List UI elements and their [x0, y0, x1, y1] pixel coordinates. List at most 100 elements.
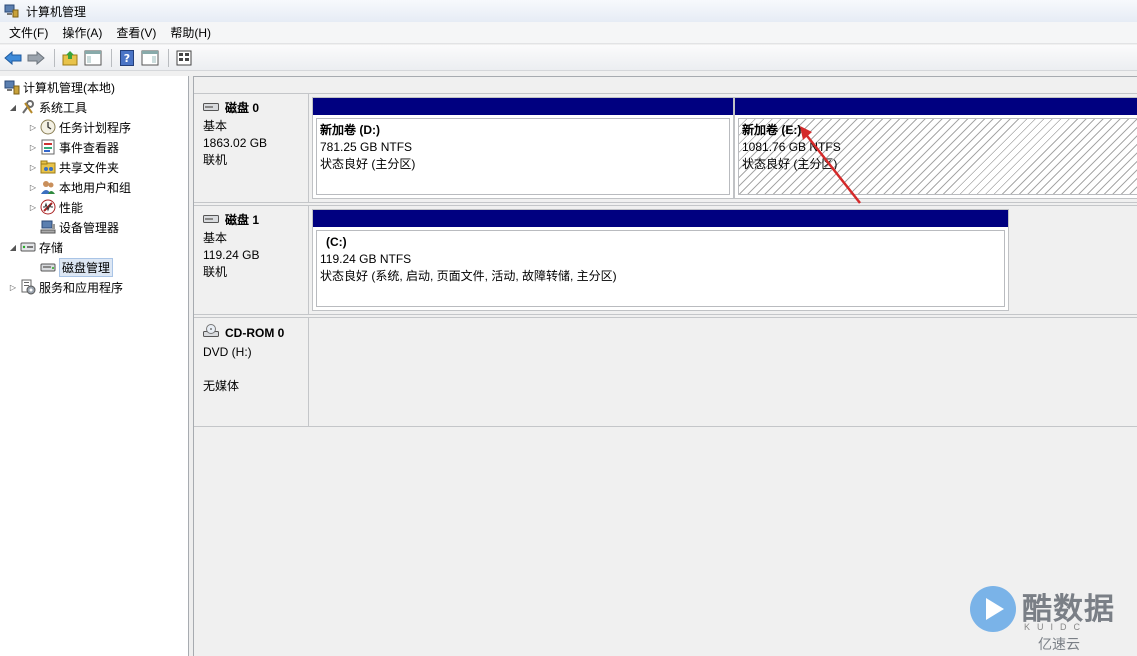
tree-label: 事件查看器: [59, 140, 120, 155]
disk-size: 1863.02 GB: [203, 136, 268, 150]
disk-name: 磁盘 0: [225, 101, 260, 115]
computer-management-icon: [4, 79, 20, 95]
tree-label: 性能: [59, 200, 84, 215]
tree-item-event-viewer[interactable]: ▷ 事件查看器: [28, 137, 119, 157]
annotation-arrow: [800, 126, 861, 204]
partition-header: [313, 210, 1008, 227]
show-hide-tree-icon[interactable]: [83, 48, 103, 68]
event-viewer-icon: [40, 139, 56, 155]
export-icon[interactable]: [174, 48, 194, 68]
watermark-yisu: 亿速云: [1038, 636, 1080, 652]
tree-item-system-tools[interactable]: ◢ 系统工具: [8, 97, 87, 117]
disk-media: 无媒体: [203, 379, 240, 393]
disk-type: 基本: [203, 119, 228, 133]
disk-map: 磁盘 0 基本 1863.02 GB 联机 新加卷 (D:) 781.25 GB…: [193, 76, 1137, 656]
toolbar-separator: [111, 48, 112, 67]
disk-status: 联机: [203, 265, 228, 279]
help-icon[interactable]: ?: [117, 48, 137, 68]
forward-arrow-icon[interactable]: [26, 48, 46, 68]
tree-item-shared-folders[interactable]: ▷ 共享文件夹: [28, 157, 119, 177]
partition-size: 119.24 GB NTFS: [320, 252, 412, 266]
tree-label: 计算机管理(本地): [23, 80, 115, 95]
tools-icon: [20, 99, 36, 115]
partition-header: [313, 98, 733, 115]
clock-icon: [40, 119, 56, 135]
tree-item-local-users[interactable]: ▷ 本地用户和组: [28, 177, 131, 197]
cdrom-icon: [203, 324, 219, 343]
menu-action[interactable]: 操作(A): [55, 23, 109, 43]
tree-label: 存储: [39, 240, 64, 255]
tree-label: 本地用户和组: [59, 180, 132, 195]
partition-size: 781.25 GB NTFS: [320, 140, 413, 154]
tree-item-services-apps[interactable]: ▷ 服务和应用程序: [8, 277, 123, 297]
partition-c[interactable]: (C:) 119.24 GB NTFS 状态良好 (系统, 启动, 页面文件, …: [312, 209, 1009, 311]
disk-management-icon: [40, 259, 56, 275]
collapse-triangle-icon[interactable]: ◢: [8, 243, 18, 252]
tree-item-disk-management[interactable]: 磁盘管理: [40, 257, 114, 277]
storage-icon: [20, 239, 36, 255]
watermark-logo-icon: [970, 586, 1016, 632]
tree-label: 任务计划程序: [59, 120, 132, 135]
navigation-tree: 计算机管理(本地) ◢ 系统工具 ▷ 任务计划程序 ▷ 事件查看器 ▷ 共享文件…: [0, 76, 189, 656]
device-manager-icon: [40, 219, 56, 235]
tree-label: 系统工具: [39, 100, 88, 115]
toolbar-separator: [168, 48, 169, 67]
tree-label: 设备管理器: [59, 220, 120, 235]
svg-text:?: ?: [124, 52, 130, 65]
tree-item-computer-management[interactable]: 计算机管理(本地): [4, 77, 115, 97]
expand-triangle-icon[interactable]: ▷: [28, 183, 38, 192]
expand-triangle-icon[interactable]: ▷: [28, 143, 38, 152]
partition-name: (C:): [326, 235, 347, 249]
users-icon: [40, 179, 56, 195]
watermark-sub: KUIDC: [1024, 622, 1088, 632]
services-icon: [20, 279, 36, 295]
expand-triangle-icon[interactable]: ▷: [8, 283, 18, 292]
tree-label: 共享文件夹: [59, 160, 120, 175]
window-title: 计算机管理: [26, 4, 87, 19]
disk-row-0: 磁盘 0 基本 1863.02 GB 联机 新加卷 (D:) 781.25 GB…: [194, 93, 1137, 203]
expand-triangle-icon[interactable]: ▷: [28, 123, 38, 132]
disk-label-cdrom[interactable]: CD-ROM 0 DVD (H:) 无媒体: [194, 318, 309, 426]
partition-status: 状态良好 (系统, 启动, 页面文件, 活动, 故障转储, 主分区): [320, 269, 617, 283]
back-arrow-icon[interactable]: [3, 48, 23, 68]
partition-header: [735, 98, 1137, 115]
disk-row-cdrom: CD-ROM 0 DVD (H:) 无媒体: [194, 317, 1137, 427]
computer-management-icon: [4, 4, 19, 18]
disk-size: 119.24 GB: [203, 248, 260, 262]
expand-triangle-icon[interactable]: ▷: [28, 203, 38, 212]
disk-name: CD-ROM 0: [225, 326, 285, 340]
tree-item-performance[interactable]: ▷ 性能: [28, 197, 83, 217]
partition-name: 新加卷 (D:): [320, 123, 380, 137]
menu-bar: 文件(F) 操作(A) 查看(V) 帮助(H): [0, 22, 1137, 44]
performance-icon: [40, 199, 56, 215]
menu-file[interactable]: 文件(F): [2, 23, 55, 43]
tree-item-device-manager[interactable]: 设备管理器: [40, 217, 119, 237]
disk-label-0[interactable]: 磁盘 0 基本 1863.02 GB 联机: [194, 94, 309, 202]
disk-label-1[interactable]: 磁盘 1 基本 119.24 GB 联机: [194, 206, 309, 314]
expand-triangle-icon[interactable]: ▷: [28, 163, 38, 172]
disk-type: DVD (H:): [203, 345, 252, 359]
collapse-triangle-icon[interactable]: ◢: [8, 103, 18, 112]
partition-body: (C:) 119.24 GB NTFS 状态良好 (系统, 启动, 页面文件, …: [316, 230, 1005, 307]
partition-d[interactable]: 新加卷 (D:) 781.25 GB NTFS 状态良好 (主分区): [312, 97, 734, 199]
disk-icon: [203, 100, 219, 117]
disk-row-1: 磁盘 1 基本 119.24 GB 联机 (C:) 119.24 GB NTFS…: [194, 205, 1137, 315]
disk-name: 磁盘 1: [225, 213, 260, 227]
partition-body: 新加卷 (D:) 781.25 GB NTFS 状态良好 (主分区): [316, 118, 730, 195]
menu-help[interactable]: 帮助(H): [163, 23, 218, 43]
disk-type: 基本: [203, 231, 228, 245]
disk-icon: [203, 212, 219, 229]
properties-icon[interactable]: [140, 48, 160, 68]
toolbar: ?: [0, 45, 1137, 71]
menu-view[interactable]: 查看(V): [109, 23, 163, 43]
tree-label: 服务和应用程序: [39, 280, 124, 295]
tree-item-task-scheduler[interactable]: ▷ 任务计划程序: [28, 117, 131, 137]
tree-item-storage[interactable]: ◢ 存储: [8, 237, 63, 257]
up-folder-icon[interactable]: [60, 48, 80, 68]
disk-status: 联机: [203, 153, 228, 167]
toolbar-separator: [54, 48, 55, 67]
partition-status: 状态良好 (主分区): [320, 157, 416, 171]
watermark: 酷数据 KUIDC 亿速云: [968, 580, 1118, 652]
tree-label: 磁盘管理: [59, 257, 114, 277]
